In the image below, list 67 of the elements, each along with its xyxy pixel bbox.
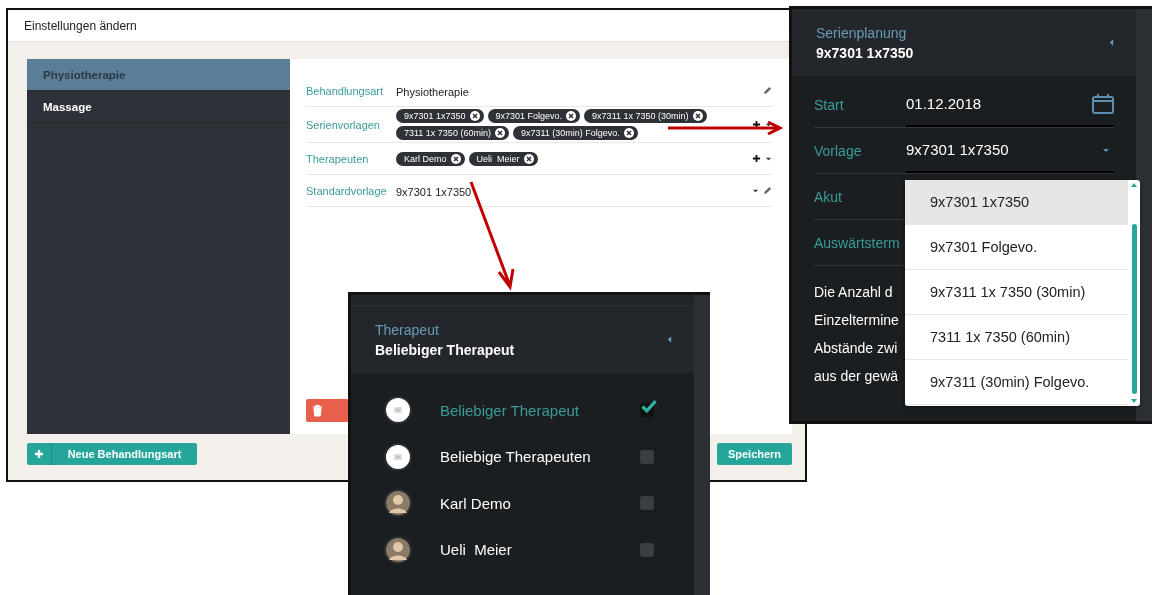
checkbox[interactable] <box>640 449 654 464</box>
description-text: aus der gewä <box>814 367 899 386</box>
field-label: Auswärtsterm <box>814 234 901 251</box>
delete-button[interactable] <box>306 399 349 422</box>
tag-chip[interactable]: Ueli Meier <box>468 151 538 166</box>
collapse-icon[interactable] <box>667 335 672 344</box>
avatar-icon <box>384 489 412 518</box>
dropdown-option[interactable]: 7311 1x 7350 (60min) <box>905 315 1128 360</box>
tag-chip[interactable]: 9x7311 1x 7350 (30min) <box>584 109 707 123</box>
field-label: Behandlungsart <box>306 84 385 97</box>
therapist-name[interactable]: Karl Demo <box>440 494 640 512</box>
panel-title: Therapeut <box>375 321 440 338</box>
therapist-name[interactable]: Beliebige Therapeuten <box>440 448 640 466</box>
remove-icon[interactable] <box>523 153 534 164</box>
remove-icon[interactable] <box>692 111 703 121</box>
checkbox[interactable] <box>640 542 654 557</box>
field-value: Physiotherapie <box>396 85 469 98</box>
plus-icon <box>34 449 44 459</box>
description-text: Die Anzahl d <box>814 283 893 302</box>
tag-chip[interactable]: Karl Demo <box>396 151 465 166</box>
remove-icon[interactable] <box>566 111 577 121</box>
therapist-name[interactable]: Beliebiger Therapeut <box>440 401 640 419</box>
caret-icon[interactable] <box>752 187 759 194</box>
remove-icon[interactable] <box>623 128 634 138</box>
trash-icon <box>312 404 323 417</box>
description-text: Einzeltermine <box>814 311 899 330</box>
dropdown-option[interactable]: 9x7311 1x 7350 (30min) <box>905 270 1128 315</box>
tag-chip[interactable]: 7311 1x 7350 (60min) <box>396 126 509 140</box>
pencil-icon[interactable] <box>763 86 772 95</box>
field-label: Serienvorlagen <box>306 118 381 131</box>
field-label: Akut <box>814 188 843 205</box>
field-label: Therapeuten <box>306 152 370 165</box>
remove-icon[interactable] <box>494 128 505 138</box>
date-field[interactable]: 01.12.2018 <box>906 82 1114 127</box>
plus-icon[interactable] <box>752 154 761 163</box>
collapse-icon[interactable] <box>1109 38 1114 47</box>
dropdown-option[interactable]: 9x7301 1x7350 <box>905 180 1128 225</box>
panel-subtitle: 9x7301 1x7350 <box>816 44 914 61</box>
therapist-name[interactable]: Ueli Meier <box>440 541 640 559</box>
field-value: 9x7301 1x7350 <box>396 185 472 198</box>
scroll-down-icon[interactable] <box>1130 398 1138 404</box>
field-label: Start <box>814 96 845 113</box>
avatar-icon <box>384 442 412 471</box>
panel-title: Serienplanung <box>816 24 908 41</box>
dropdown-option[interactable]: 9x7301 Folgevo. <box>905 225 1128 270</box>
checkbox[interactable] <box>640 496 654 511</box>
remove-icon[interactable] <box>469 111 480 121</box>
tag-chip[interactable]: 9x7311 (30min) Folgevo. <box>512 126 638 140</box>
description-text: Abstände zwi <box>814 339 898 358</box>
tag-chip[interactable]: 9x7301 Folgevo. <box>487 109 581 123</box>
select-field[interactable]: 9x7301 1x7350 <box>906 128 1114 173</box>
remove-icon[interactable] <box>450 153 461 164</box>
caret-icon[interactable] <box>765 121 772 128</box>
field-label: Standardvorlage <box>306 184 388 197</box>
calendar-icon[interactable] <box>1092 93 1114 114</box>
field-label: Vorlage <box>814 142 863 159</box>
caret-icon[interactable] <box>765 155 772 162</box>
avatar-icon <box>384 535 412 564</box>
tag-chip[interactable]: 9x7301 1x7350 <box>396 109 484 123</box>
plus-icon[interactable] <box>752 120 761 129</box>
avatar-icon <box>384 396 412 425</box>
dialog-title: Einstellungen ändern <box>24 18 137 33</box>
dropdown-option[interactable]: 9x7311 (30min) Folgevo. <box>905 360 1128 405</box>
pencil-icon[interactable] <box>763 186 772 195</box>
scroll-up-icon[interactable] <box>1130 182 1138 188</box>
checkbox[interactable] <box>640 403 654 418</box>
panel-subtitle: Beliebiger Therapeut <box>375 341 515 358</box>
